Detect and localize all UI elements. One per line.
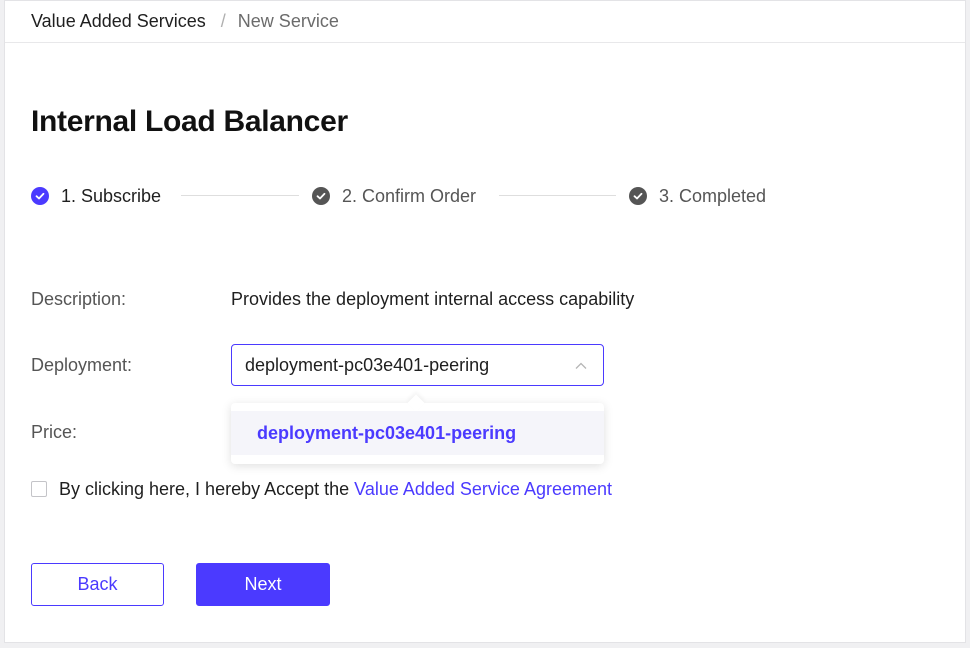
deployment-label: Deployment: (31, 355, 133, 375)
breadcrumb-new-service: New Service (237, 11, 339, 31)
description-label: Description: (31, 289, 127, 309)
step-label: 3. Completed (659, 185, 767, 206)
agreement-checkbox[interactable] (31, 481, 47, 497)
breadcrumb-value-added-services[interactable]: Value Added Services (31, 11, 206, 32)
check-circle-icon (312, 187, 330, 205)
deployment-selected-value: deployment-pc03e401-peering (245, 354, 490, 375)
check-circle-icon (629, 187, 647, 205)
step-connector (499, 195, 616, 196)
deployment-select[interactable]: deployment-pc03e401-peering (231, 344, 604, 386)
chevron-up-icon (575, 362, 587, 369)
breadcrumb-separator: / (220, 11, 226, 31)
next-button[interactable]: Next (196, 563, 330, 606)
breadcrumb: Value Added Services / New Service (5, 1, 965, 43)
agreement-row: By clicking here, I hereby Accept the Va… (31, 479, 612, 499)
dropdown-option[interactable]: deployment-pc03e401-peering (231, 411, 604, 455)
deployment-dropdown: deployment-pc03e401-peering (231, 394, 604, 464)
agreement-text: By clicking here, I hereby Accept the (59, 478, 350, 499)
step-completed: 3. Completed (629, 185, 766, 207)
description-value: Provides the deployment internal access … (231, 289, 635, 309)
page-card: Value Added Services / New Service Inter… (4, 0, 966, 643)
page-title: Internal Load Balancer (31, 105, 348, 138)
step-label: 1. Subscribe (61, 185, 162, 206)
agreement-link[interactable]: Value Added Service Agreement (354, 479, 612, 500)
back-button[interactable]: Back (31, 563, 164, 606)
price-label: Price: (31, 422, 78, 442)
check-circle-icon (31, 187, 49, 205)
step-confirm-order: 2. Confirm Order (312, 185, 476, 207)
dropdown-arrow (407, 394, 425, 412)
step-label: 2. Confirm Order (342, 185, 477, 206)
step-connector (181, 195, 299, 196)
step-subscribe: 1. Subscribe (31, 185, 161, 207)
